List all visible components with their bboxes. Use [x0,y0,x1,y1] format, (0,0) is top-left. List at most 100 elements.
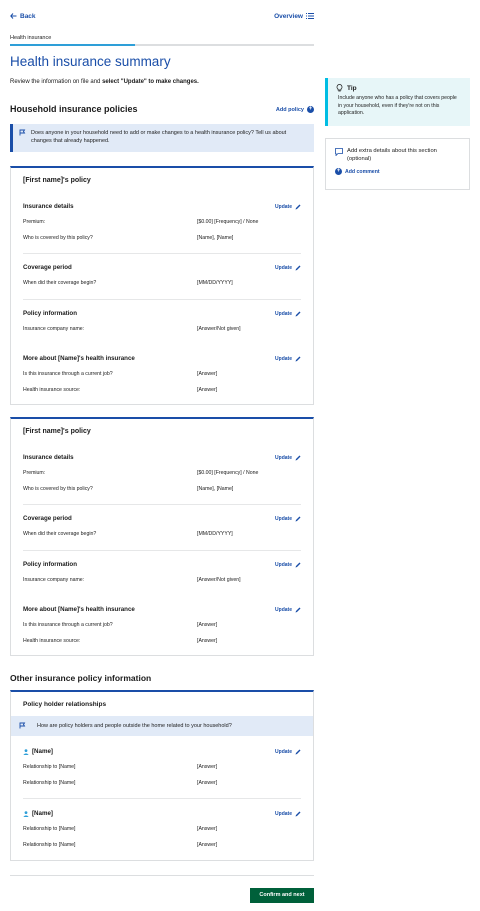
intro-text: Review the information on file and [10,79,103,85]
add-comment-label: Add comment [345,168,380,175]
person-name: [Name] [32,810,53,817]
company-value: [Answer/Not given] [197,577,241,583]
more-heading: More about [Name]'s health insurance [23,355,135,362]
covered-value: [Name], [Name] [197,235,234,241]
back-label: Back [20,12,36,20]
list-icon [306,13,314,19]
company-label: Insurance company name: [23,326,85,332]
comment-icon [335,148,343,156]
more-heading: More about [Name]'s health insurance [23,606,135,613]
update-button[interactable]: Update [275,607,301,613]
breadcrumb: Health insurance [10,35,52,41]
update-button[interactable]: Update [275,356,301,362]
confirm-and-next-button[interactable]: Confirm and next [250,888,314,903]
update-button[interactable]: Update [275,562,301,568]
job-label: Is this insurance through a current job? [23,371,113,377]
add-comment-button[interactable]: + Add comment [335,168,460,175]
policy-info-heading: Policy information [23,310,77,317]
pencil-icon [295,356,301,361]
relationship-label: Relationship to [Name] [23,826,76,832]
update-label: Update [275,810,292,817]
top-nav: Back Overview [10,9,314,23]
premium-label: Premium: [23,219,46,225]
update-button[interactable]: Update [275,311,301,317]
insurance-details-heading: Insurance details [23,454,74,461]
relationship-label: Relationship to [Name] [23,842,76,848]
household-section-title: Household insurance policies [10,104,138,114]
flag-icon [19,722,26,729]
company-value: [Answer/Not given] [197,326,241,332]
update-button[interactable]: Update [275,516,301,522]
pencil-icon [295,204,301,209]
policy-title: [First name]'s policy [23,428,91,435]
source-label: Health insurance source: [23,387,81,393]
policy-card: [First name]'s policy Insurance details … [10,417,314,656]
update-button[interactable]: Update [275,455,301,461]
pencil-icon [295,562,301,567]
add-policy-label: Add policy [275,106,304,113]
update-label: Update [275,310,292,317]
back-link[interactable]: Back [10,13,36,20]
relationship-value: [Answer] [197,842,218,848]
coverage-period-block: Coverage period Update When did their co… [23,515,301,537]
relationship-label: Relationship to [Name] [23,780,76,786]
update-label: Update [275,355,292,362]
pencil-icon [295,607,301,612]
page-title: Health insurance summary [10,54,171,69]
update-button[interactable]: Update [275,265,301,271]
footer-divider [10,875,314,876]
comment-panel: Add extra details about this section (op… [325,138,470,190]
job-label: Is this insurance through a current job? [23,622,113,628]
premium-label: Premium: [23,470,46,476]
divider [23,253,301,254]
coverage-value: [MM/DD/YYYY] [197,531,233,537]
job-value: [Answer] [197,371,218,377]
update-button[interactable]: Update [275,811,301,817]
coverage-value: [MM/DD/YYYY] [197,280,233,286]
update-label: Update [275,264,292,271]
person-block: [Name] Update Relationship to [Name] [Ans… [23,748,301,786]
coverage-heading: Coverage period [23,264,72,271]
relationships-alert: How are policy holders and people outsid… [11,716,313,736]
policy-info-heading: Policy information [23,561,77,568]
insurance-details-block: Insurance details Update Premium: [$0.00]… [23,203,301,241]
policy-card: [First name]'s policy Insurance details … [10,166,314,405]
person-block: [Name] Update Relationship to [Name] [Ans… [23,810,301,848]
update-label: Update [275,748,292,755]
divider [23,550,301,551]
relationship-label: Relationship to [Name] [23,764,76,770]
premium-value: [$0.00] [Frequency] / None [197,470,259,476]
update-button[interactable]: Update [275,749,301,755]
more-about-block: More about [Name]'s health insurance Upd… [23,606,301,644]
lightbulb-icon [336,84,343,92]
update-button[interactable]: Update [275,204,301,210]
pencil-icon [295,265,301,270]
progress-bar [10,44,314,46]
other-section-title: Other insurance policy information [10,673,152,683]
page-intro: Review the information on file and selec… [10,79,199,85]
pencil-icon [295,749,301,754]
coverage-heading: Coverage period [23,515,72,522]
person-name: [Name] [32,748,53,755]
arrow-left-icon [10,13,17,19]
pencil-icon [295,455,301,460]
coverage-label: When did their coverage begin? [23,531,97,537]
tip-title: Tip [347,84,357,92]
overview-link[interactable]: Overview [274,13,314,20]
plus-circle-icon: + [335,168,342,175]
add-policy-button[interactable]: Add policy + [276,106,314,113]
source-label: Health insurance source: [23,638,81,644]
relationship-value: [Answer] [197,780,218,786]
insurance-details-block: Insurance details Update Premium: [$0.00]… [23,454,301,492]
person-icon [23,810,29,817]
coverage-period-block: Coverage period Update When did their co… [23,264,301,286]
covered-value: [Name], [Name] [197,486,234,492]
policy-title: [First name]'s policy [23,177,91,184]
relationships-alert-text: How are policy holders and people outsid… [37,723,232,729]
update-label: Update [275,203,292,210]
divider [23,798,301,799]
insurance-details-heading: Insurance details [23,203,74,210]
relationship-value: [Answer] [197,764,218,770]
premium-value: [$0.00] [Frequency] / None [197,219,259,225]
comment-prompt: Add extra details about this section (op… [347,148,437,162]
